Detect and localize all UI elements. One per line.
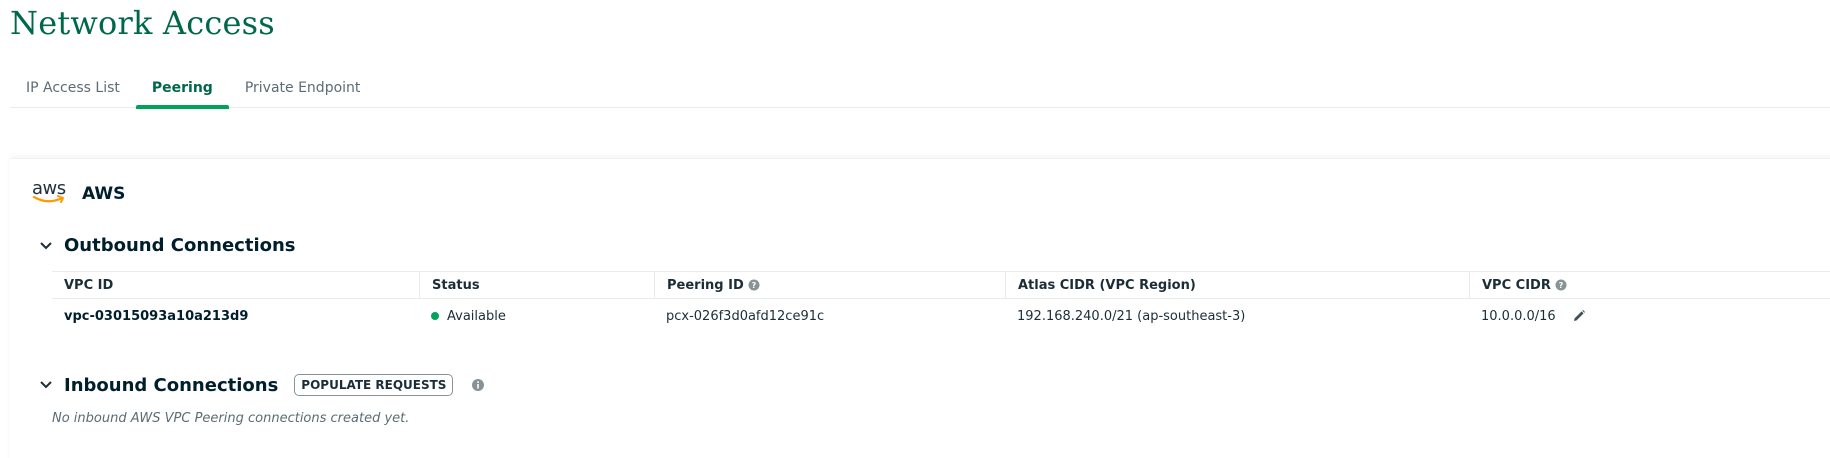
tab-peering[interactable]: Peering <box>135 70 229 109</box>
table-row: vpc-03015093a10a213d9 Available pcx-026f… <box>52 299 1830 333</box>
chevron-down-icon[interactable] <box>38 238 54 254</box>
vpc-cidr-cell: 10.0.0.0/16 <box>1469 309 1830 324</box>
svg-text:?: ? <box>1559 281 1564 290</box>
column-header-atlas-cidr: Atlas CIDR (VPC Region) <box>1005 271 1469 299</box>
aws-logo: aws <box>32 179 70 209</box>
inbound-empty-message: No inbound AWS VPC Peering connections c… <box>52 411 410 426</box>
provider-header: aws AWS <box>32 179 125 209</box>
atlas-cidr-cell: 192.168.240.0/21 (ap-southeast-3) <box>1017 308 1246 324</box>
outbound-connections-table: VPC ID Status Peering ID ? Atlas CIDR (V… <box>52 271 1830 333</box>
info-icon[interactable] <box>471 378 485 392</box>
tab-private-endpoint[interactable]: Private Endpoint <box>229 70 377 108</box>
tab-ip-access-list[interactable]: IP Access List <box>10 70 136 108</box>
inbound-connections-title: Inbound Connections <box>64 374 279 396</box>
status-cell: Available <box>419 309 654 324</box>
page-title: Network Access <box>10 4 275 42</box>
column-header-peering-id: Peering ID ? <box>654 271 1005 299</box>
help-icon[interactable]: ? <box>748 279 760 291</box>
vpc-cidr-value: 10.0.0.0/16 <box>1481 308 1556 324</box>
provider-name: AWS <box>82 184 126 204</box>
aws-peering-card: aws AWS Outbound Connections VPC ID Stat… <box>10 158 1830 458</box>
column-header-status: Status <box>419 271 654 299</box>
svg-text:?: ? <box>751 281 756 290</box>
inbound-section-header: Inbound Connections POPULATE REQUESTS <box>38 374 485 396</box>
outbound-connections-title: Outbound Connections <box>64 235 296 256</box>
help-icon[interactable]: ? <box>1555 279 1567 291</box>
chevron-down-icon[interactable] <box>38 377 54 393</box>
status-available-dot-icon <box>431 312 439 320</box>
populate-requests-button[interactable]: POPULATE REQUESTS <box>294 374 454 396</box>
status-label: Available <box>447 308 506 324</box>
tab-bar: IP Access List Peering Private Endpoint <box>10 70 1830 109</box>
column-header-vpc-id: VPC ID <box>64 277 114 293</box>
aws-smile-icon <box>32 195 64 203</box>
outbound-section-header: Outbound Connections <box>38 235 296 256</box>
pencil-edit-icon[interactable] <box>1572 309 1586 323</box>
table-header: VPC ID Status Peering ID ? Atlas CIDR (V… <box>52 271 1830 299</box>
vpc-id-cell: vpc-03015093a10a213d9 <box>64 308 249 324</box>
column-header-vpc-cidr: VPC CIDR ? <box>1469 271 1830 299</box>
peering-id-cell: pcx-026f3d0afd12ce91c <box>666 308 825 324</box>
